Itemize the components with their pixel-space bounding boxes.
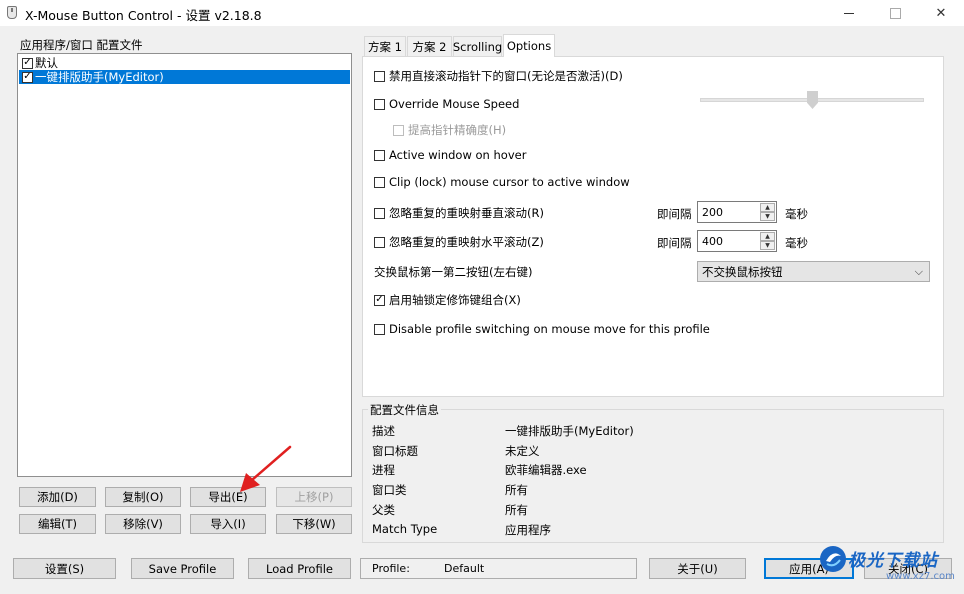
spin-down-icon[interactable]: ▼ <box>760 241 775 250</box>
clip-cursor-option[interactable]: Clip (lock) mouse cursor to active windo… <box>374 175 630 189</box>
ignore-vertical-option[interactable]: 忽略重复的重映射垂直滚动(R) <box>374 205 544 221</box>
override-mouse-speed-option[interactable]: Override Mouse Speed <box>374 97 519 111</box>
info-value: 欧菲编辑器.exe <box>505 463 587 477</box>
option-label: Disable profile switching on mouse move … <box>389 322 710 336</box>
checkbox[interactable] <box>374 176 385 188</box>
vertical-interval-spinner[interactable]: ▲ ▼ <box>697 201 777 223</box>
info-key: Match Type <box>372 522 438 536</box>
horizontal-interval-input[interactable] <box>700 233 760 249</box>
profile-label: 一键排版助手(MyEditor) <box>35 70 164 84</box>
swap-buttons-label: 交换鼠标第一第二按钮(左右键) <box>374 265 533 279</box>
copy-button[interactable]: 复制(O) <box>105 487 181 507</box>
vertical-ms-label: 毫秒 <box>785 207 808 221</box>
option-label: 启用轴锁定修饰键组合(X) <box>389 293 521 307</box>
about-button[interactable]: 关于(U) <box>649 558 746 579</box>
maximize-button[interactable] <box>872 0 918 26</box>
swap-buttons-select[interactable]: 不交换鼠标按钮 ⌵ <box>697 261 930 282</box>
close-icon: ✕ <box>935 5 947 21</box>
chevron-down-icon: ⌵ <box>914 265 923 278</box>
window-title: X-Mouse Button Control - 设置 v2.18.8 <box>25 8 262 23</box>
info-value: 应用程序 <box>505 523 551 537</box>
profile-checkbox-default[interactable]: ✓ <box>22 57 33 69</box>
tab-scheme-2[interactable]: 方案 2 <box>407 36 452 56</box>
info-key: 父类 <box>372 503 395 517</box>
maximize-icon <box>889 7 901 19</box>
option-label: 忽略重复的重映射水平滚动(Z) <box>389 235 544 249</box>
checkbox[interactable] <box>393 124 404 136</box>
info-key: 窗口类 <box>372 483 407 497</box>
info-key: 进程 <box>372 463 395 477</box>
profile-status-box: Profile: Default <box>360 558 637 579</box>
ignore-horizontal-option[interactable]: 忽略重复的重映射水平滚动(Z) <box>374 234 544 250</box>
option-label: 忽略重复的重映射垂直滚动(R) <box>389 206 544 220</box>
horizontal-ms-label: 毫秒 <box>785 236 808 250</box>
minimize-button[interactable] <box>826 0 872 26</box>
option-label: 提高指针精确度(H) <box>408 123 507 137</box>
spin-down-icon[interactable]: ▼ <box>760 212 775 221</box>
option-label: Active window on hover <box>389 148 527 162</box>
watermark-text: 极光下载站 <box>848 551 938 571</box>
checkbox[interactable] <box>374 98 385 110</box>
profile-info-label: 配置文件信息 <box>368 402 441 418</box>
remove-button[interactable]: 移除(V) <box>105 514 181 534</box>
app-mouse-icon <box>7 6 17 19</box>
save-profile-button[interactable]: Save Profile <box>131 558 234 579</box>
minimize-icon <box>844 12 854 14</box>
enhance-precision-option[interactable]: 提高指针精确度(H) <box>393 122 506 138</box>
vertical-interval-input[interactable] <box>700 204 760 220</box>
swap-buttons-value: 不交换鼠标按钮 <box>702 264 783 279</box>
watermark-url: www.xz7.com <box>886 571 955 582</box>
disable-profile-switching-option[interactable]: Disable profile switching on mouse move … <box>374 322 710 336</box>
horizontal-interval-spinner[interactable]: ▲ ▼ <box>697 230 777 252</box>
checkbox[interactable] <box>374 149 385 161</box>
info-value: 未定义 <box>505 444 540 458</box>
profile-status-value: Default <box>444 562 485 575</box>
option-label: Clip (lock) mouse cursor to active windo… <box>389 175 630 189</box>
profile-checkbox-myeditor[interactable]: ✓ <box>22 71 33 83</box>
info-value: 所有 <box>505 483 528 497</box>
profiles-group-label: 应用程序/窗口 配置文件 <box>20 38 143 52</box>
import-button[interactable]: 导入(I) <box>190 514 266 534</box>
checkbox[interactable] <box>374 236 385 248</box>
info-value: 所有 <box>505 503 528 517</box>
spin-up-icon[interactable]: ▲ <box>760 232 775 241</box>
active-window-hover-option[interactable]: Active window on hover <box>374 148 526 162</box>
tab-options[interactable]: Options <box>503 34 555 57</box>
close-window-button[interactable]: ✕ <box>918 0 964 26</box>
profile-status-label: Profile: <box>372 562 410 575</box>
option-label: 禁用直接滚动指针下的窗口(无论是否激活)(D) <box>389 69 623 83</box>
profile-item-default[interactable]: ✓ 默认 <box>19 56 350 70</box>
settings-button[interactable]: 设置(S) <box>13 558 116 579</box>
move-down-button[interactable]: 下移(W) <box>276 514 352 534</box>
disable-scroll-unfocused-option[interactable]: 禁用直接滚动指针下的窗口(无论是否激活)(D) <box>374 68 623 84</box>
watermark-logo-icon <box>820 546 846 572</box>
axis-lock-option[interactable]: ✓ 启用轴锁定修饰键组合(X) <box>374 292 521 308</box>
option-label: Override Mouse Speed <box>389 97 520 111</box>
info-key: 窗口标题 <box>372 444 418 458</box>
vertical-interval-label: 即间隔 <box>657 207 692 221</box>
profiles-list[interactable]: ✓ 默认 ✓ 一键排版助手(MyEditor) <box>17 53 352 477</box>
checkbox[interactable] <box>374 70 385 82</box>
checkbox[interactable] <box>374 323 385 335</box>
profile-item-myeditor[interactable]: ✓ 一键排版助手(MyEditor) <box>19 70 350 84</box>
annotation-arrow-icon <box>240 445 292 492</box>
spin-up-icon[interactable]: ▲ <box>760 203 775 212</box>
add-button[interactable]: 添加(D) <box>19 487 96 507</box>
edit-button[interactable]: 编辑(T) <box>19 514 96 534</box>
tab-scrolling[interactable]: Scrolling <box>453 36 502 56</box>
horizontal-interval-label: 即间隔 <box>657 236 692 250</box>
checkbox[interactable] <box>374 207 385 219</box>
info-key: 描述 <box>372 424 395 438</box>
info-value: 一键排版助手(MyEditor) <box>505 424 634 438</box>
tab-scheme-1[interactable]: 方案 1 <box>364 36 406 56</box>
load-profile-button[interactable]: Load Profile <box>248 558 351 579</box>
profile-info-group <box>362 409 944 543</box>
checkbox-checked[interactable]: ✓ <box>374 294 385 306</box>
